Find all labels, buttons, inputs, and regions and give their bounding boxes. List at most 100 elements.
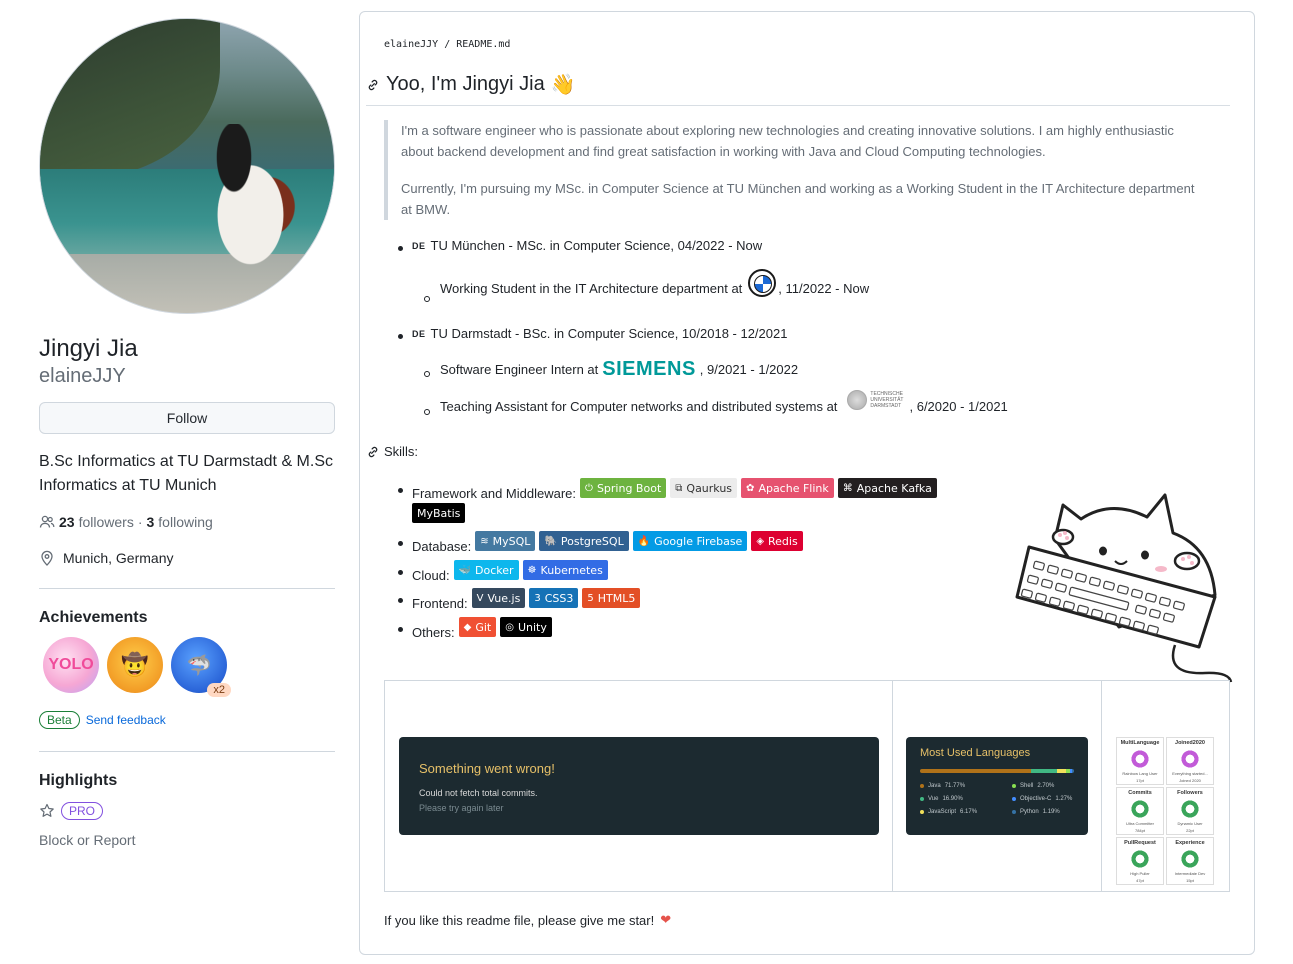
follow-separator: ·	[137, 514, 143, 530]
follow-button[interactable]: Follow	[39, 402, 335, 434]
block-or-report-link[interactable]: Block or Report	[39, 832, 335, 848]
error-title: Something went wrong!	[419, 761, 555, 776]
followers-label[interactable]: followers	[79, 514, 134, 530]
people-icon	[39, 515, 55, 528]
bmw-text-after: , 11/2022 - Now	[778, 280, 870, 296]
skill-badge[interactable]: ⧉ Qaurkus	[670, 478, 738, 498]
skill-badge[interactable]: ⏻ Spring Boot	[580, 478, 667, 498]
skill-badge[interactable]: ◎ Unity	[500, 617, 552, 637]
language-percent: 1.27%	[1055, 796, 1073, 802]
cowboy-badge[interactable]: 🤠	[107, 637, 163, 693]
crumb-user[interactable]: elaineJJY	[384, 39, 438, 50]
language-percent: 1.19%	[1042, 809, 1060, 815]
profile-sidebar: Jingyi Jia elaineJJY Follow B.Sc Informa…	[39, 18, 335, 848]
trophy-icon	[1130, 749, 1150, 769]
skill-badge[interactable]: 🐘 PostgreSQL	[539, 531, 629, 551]
skill-badge-label: Unity	[517, 620, 547, 634]
trophy-title: Commits	[1128, 790, 1152, 796]
skill-badge[interactable]: 🔥 Google Firebase	[632, 531, 748, 551]
skill-badge[interactable]: ≋ MySQL	[475, 531, 536, 551]
tud-logo-text: TECHNISCHE UNIVERSITÄT DARMSTADT	[870, 391, 903, 409]
skill-badge[interactable]: 🐳 Docker	[453, 560, 519, 580]
skill-badge[interactable]: 3 CSS3	[529, 588, 579, 608]
skill-badge[interactable]: MyBatis	[412, 503, 466, 523]
location-icon	[41, 550, 53, 566]
stats-cell-commits: Something went wrong! Could not fetch to…	[385, 681, 893, 891]
skill-row-frontend: Frontend: V Vue.js 3 CSS3 5 HTML5	[412, 588, 641, 611]
location-row: Munich, Germany	[39, 550, 335, 566]
trophy-grid: MultiLanguage Rainbow Lang User 17pt Joined…	[1116, 737, 1216, 885]
language-dot-icon	[1012, 784, 1016, 788]
pro-badge: PRO	[61, 802, 104, 820]
divider	[39, 588, 335, 589]
edu-item-ta: Teaching Assistant for Computer networks…	[440, 390, 1008, 416]
language-bar-segment	[1030, 769, 1057, 773]
skills-title: Skills:	[384, 444, 418, 459]
list-bullet	[398, 488, 403, 493]
language-legend-item: Objective-C 1.27%	[1012, 796, 1092, 802]
avatar-person	[190, 124, 300, 289]
trophy-subtitle: Everything started...	[1172, 771, 1208, 776]
following-label[interactable]: following	[158, 514, 212, 530]
readme-heading: Yoo, I'm Jingyi Jia 👋	[366, 72, 1230, 106]
skill-logo-icon: ⏻	[585, 482, 593, 494]
skill-badge[interactable]: V Vue.js	[471, 588, 526, 608]
trophy-icon	[1130, 849, 1150, 869]
trophy-card: MultiLanguage Rainbow Lang User 17pt	[1116, 737, 1164, 785]
shark-badge[interactable]: 🦈 x2	[171, 637, 231, 697]
trophy-subtitle: Rainbow Lang User	[1122, 771, 1158, 776]
skill-badge-label: Git	[475, 620, 492, 634]
skill-badge-label: CSS3	[544, 591, 574, 605]
anchor-link-icon[interactable]	[366, 445, 380, 459]
tud-logo: TECHNISCHE UNIVERSITÄT DARMSTADT	[847, 390, 903, 410]
trophy-title: Experience	[1175, 840, 1205, 846]
skill-row-others: Others: ◆ Git ◎ Unity	[412, 617, 552, 640]
skill-logo-icon: ◈	[756, 535, 765, 547]
language-legend-item: JavaScript 6.17%	[920, 809, 1012, 815]
following-count[interactable]: 3	[147, 514, 155, 530]
skill-badge[interactable]: ☸ Kubernetes	[522, 560, 608, 580]
list-circle	[424, 371, 430, 377]
skill-badge[interactable]: ✿ Apache Flink	[741, 478, 834, 498]
achievements-title[interactable]: Achievements	[39, 609, 335, 627]
trophy-icon	[1180, 749, 1200, 769]
cloud-label: Cloud:	[412, 567, 450, 583]
followers-count[interactable]: 23	[59, 514, 75, 530]
beta-label: Beta	[39, 711, 80, 729]
trophy-subtitle: High Puller	[1130, 871, 1150, 876]
skills-heading: Skills:	[366, 444, 418, 459]
languages-bar	[920, 769, 1074, 773]
anchor-link-icon[interactable]	[366, 78, 380, 92]
list-bullet	[398, 246, 403, 251]
yolo-badge[interactable]: YOLO	[43, 637, 99, 693]
skill-badge-label: MySQL	[492, 534, 531, 548]
trophy-points: 47pt	[1136, 878, 1144, 883]
skill-badge[interactable]: ◈ Redis	[751, 531, 803, 551]
skill-logo-icon: V	[476, 592, 484, 604]
intro-blockquote: I'm a software engineer who is passionat…	[384, 120, 1206, 220]
shark-icon: 🦈	[186, 654, 212, 677]
trophy-card: Joined2020 Everything started... Joined 20…	[1166, 737, 1214, 785]
skill-badge-label: Docker	[475, 563, 514, 577]
crumb-file[interactable]: README.md	[456, 39, 510, 50]
language-name: Vue	[928, 796, 939, 802]
skill-row-cloud: Cloud: 🐳 Docker ☸ Kubernetes	[412, 560, 608, 583]
trophy-points: Joined 2020	[1179, 778, 1201, 783]
avatar[interactable]	[39, 18, 335, 314]
skill-badge[interactable]: ⌘ Apache Kafka	[837, 478, 937, 498]
ta-text-before: Teaching Assistant for Computer networks…	[440, 398, 838, 414]
language-legend-item: Python 1.19%	[1012, 809, 1092, 815]
skill-badge[interactable]: ◆ Git	[458, 617, 497, 637]
language-bar-segment	[920, 769, 1031, 773]
language-dot-icon	[1012, 797, 1016, 801]
commit-stats-error-card: Something went wrong! Could not fetch to…	[399, 737, 879, 835]
send-feedback-link[interactable]: Send feedback	[86, 713, 166, 727]
readme-breadcrumb: elaineJJY / README.md	[384, 39, 510, 50]
skill-badge[interactable]: 5 HTML5	[582, 588, 641, 608]
followers-row: 23 followers · 3 following	[39, 514, 335, 530]
de-flag-icon: DE	[412, 328, 426, 339]
trophy-title: MultiLanguage	[1120, 740, 1160, 746]
list-bullet	[398, 598, 403, 603]
language-percent: 16.90%	[942, 796, 963, 802]
skill-row-framework: Framework and Middleware: ⏻ Spring Boot ⧉ Q…	[412, 478, 937, 501]
